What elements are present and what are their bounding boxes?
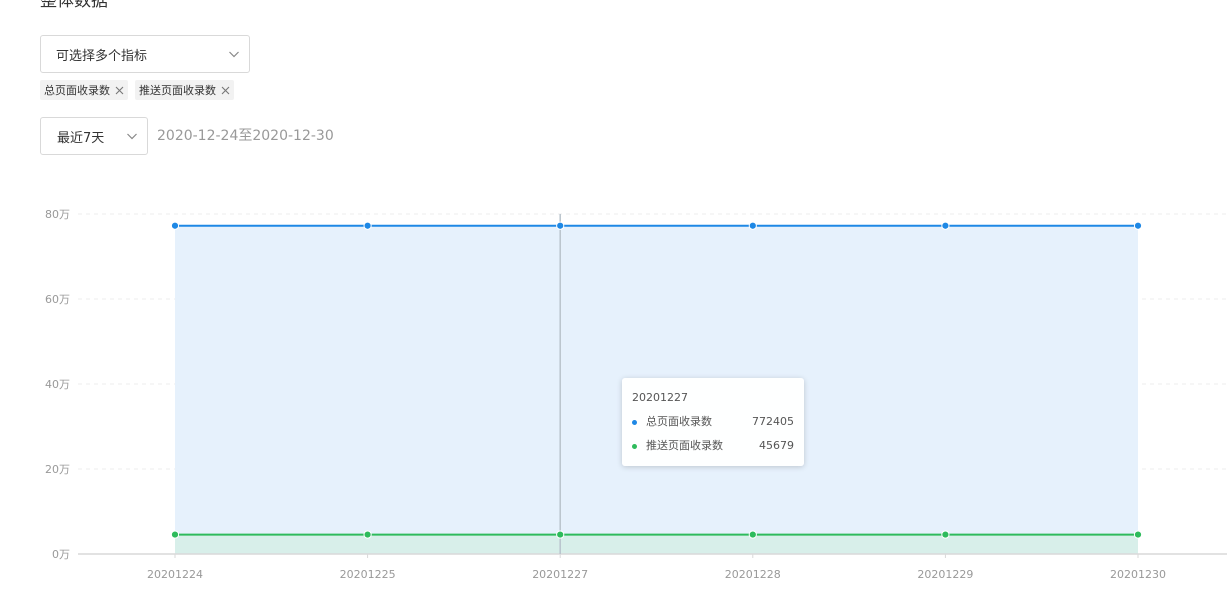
legend-dot-push xyxy=(632,443,637,449)
y-tick-label: 40万 xyxy=(45,378,70,391)
chevron-down-icon xyxy=(127,133,137,140)
y-tick-label: 20万 xyxy=(45,463,70,476)
close-icon[interactable] xyxy=(115,86,124,95)
metric-select-placeholder: 可选择多个指标 xyxy=(56,48,148,64)
data-point xyxy=(363,221,372,230)
date-range-select[interactable]: 最近7天 xyxy=(40,117,148,155)
metric-tag-push: 推送页面收录数 xyxy=(135,80,234,100)
date-range-text: 2020-12-24至2020-12-30 xyxy=(157,128,334,144)
data-point xyxy=(748,221,757,230)
data-point xyxy=(556,221,565,230)
close-icon[interactable] xyxy=(221,86,230,95)
chart-tooltip: 20201227 总页面收录数 772405 推送页面收录数 45679 xyxy=(622,378,804,466)
y-tick-label: 0万 xyxy=(52,548,70,561)
tooltip-row-total: 总页面收录数 772405 xyxy=(632,414,794,430)
data-point xyxy=(556,530,565,539)
data-point xyxy=(748,530,757,539)
data-point xyxy=(170,221,180,230)
data-point xyxy=(363,530,372,539)
data-point xyxy=(941,221,950,230)
data-point xyxy=(1133,530,1143,539)
data-point xyxy=(1133,221,1143,230)
overall-data-page: 0万 20万 40万 60万 80万 20201224 20201225 20201227 20… xyxy=(0,0,1227,603)
tooltip-row-push: 推送页面收录数 45679 xyxy=(632,438,794,454)
x-tick-label: 20201228 xyxy=(725,568,781,581)
x-tick-label: 20201230 xyxy=(1110,568,1166,581)
tooltip-series-value: 772405 xyxy=(752,415,794,428)
data-point xyxy=(170,530,180,539)
tooltip-category: 20201227 xyxy=(632,391,688,404)
x-tick-label: 20201229 xyxy=(917,568,973,581)
legend-dot-total xyxy=(632,419,637,425)
tooltip-series-name: 总页面收录数 xyxy=(646,415,712,428)
selected-metric-tags: 总页面收录数 推送页面收录数 xyxy=(40,80,234,100)
tag-label: 总页面收录数 xyxy=(44,84,110,97)
section-title: 整体数据 xyxy=(40,0,108,11)
x-tick-label: 20201227 xyxy=(532,568,588,581)
chevron-down-icon xyxy=(229,51,239,58)
data-point xyxy=(941,530,950,539)
tag-label: 推送页面收录数 xyxy=(139,84,216,97)
tooltip-series-name: 推送页面收录数 xyxy=(646,439,723,452)
range-select-value: 最近7天 xyxy=(57,130,105,146)
x-tick-label: 20201225 xyxy=(340,568,396,581)
tooltip-series-value: 45679 xyxy=(759,439,794,452)
y-tick-label: 60万 xyxy=(45,293,70,306)
metric-tag-total: 总页面收录数 xyxy=(40,80,128,100)
series-area-1 xyxy=(175,534,1138,554)
y-tick-label: 80万 xyxy=(45,208,70,221)
x-tick-label: 20201224 xyxy=(147,568,203,581)
metric-multi-select[interactable]: 可选择多个指标 xyxy=(40,35,250,73)
